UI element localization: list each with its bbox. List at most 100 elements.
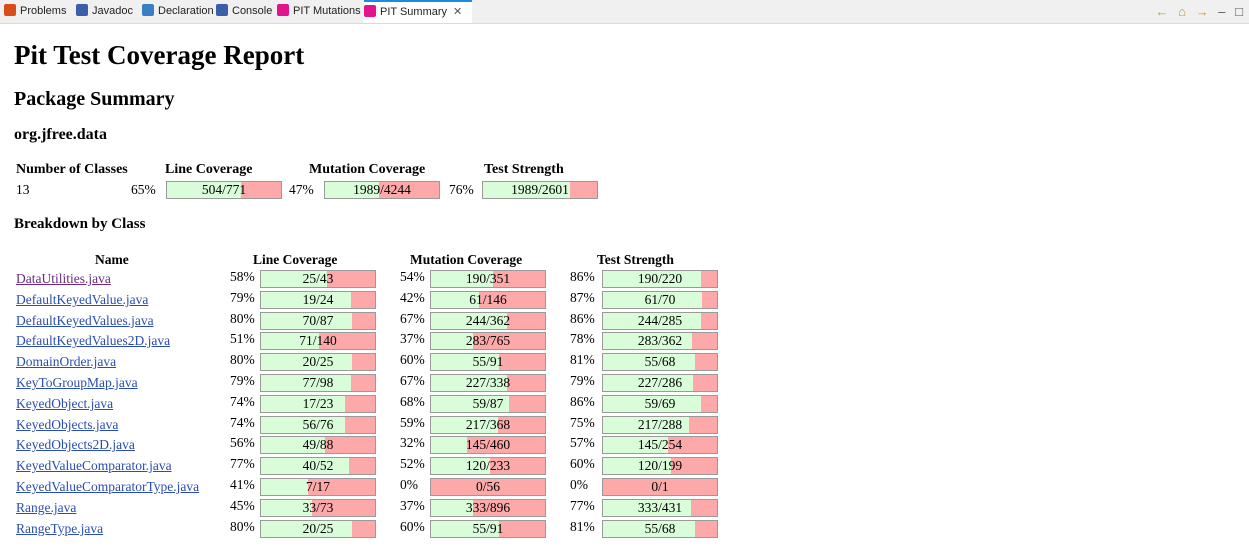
tab-pit-summary[interactable]: PIT Summary ✕ (364, 0, 472, 23)
mutation-value: 61/146 (469, 292, 507, 307)
class-link[interactable]: DataUtilities.java (16, 271, 111, 287)
class-link[interactable]: RangeType.java (16, 521, 103, 537)
tab-javadoc[interactable]: Javadoc (76, 0, 138, 23)
line-bar: 71/140 (260, 332, 376, 350)
tab-label: Console (232, 5, 273, 17)
minimize-icon[interactable]: – (1218, 4, 1225, 19)
tab-problems[interactable]: Problems (4, 0, 72, 23)
tab-label: PIT Mutations (293, 5, 361, 17)
class-link[interactable]: KeyedValueComparatorType.java (16, 479, 199, 495)
summary-strength-value: 1989/2601 (511, 182, 569, 197)
header-line-coverage: Line Coverage (165, 162, 253, 177)
breakdown-header-line: Line Coverage (253, 252, 338, 267)
strength-value: 283/362 (637, 333, 683, 348)
mutation-bar: 283/765 (430, 332, 546, 350)
line-value: 40/52 (302, 458, 334, 473)
close-icon[interactable]: ✕ (453, 6, 462, 18)
declaration-icon (142, 4, 154, 17)
line-value: 71/140 (299, 333, 337, 348)
line-value: 33/73 (302, 500, 334, 515)
class-link[interactable]: DomainOrder.java (16, 354, 116, 370)
strength-bar: 145/254 (602, 436, 718, 454)
mutation-percent: 37% (400, 331, 425, 346)
line-percent: 58% (230, 269, 255, 284)
strength-value: 145/254 (637, 437, 683, 452)
strength-bar: 227/286 (602, 374, 718, 392)
line-percent: 79% (230, 290, 255, 305)
class-link[interactable]: KeyedObject.java (16, 396, 113, 412)
mutation-bar: 190/351 (430, 270, 546, 288)
class-link[interactable]: KeyToGroupMap.java (16, 375, 138, 391)
summary-strength-percent: 76% (449, 182, 474, 197)
line-percent: 51% (230, 331, 255, 346)
line-value: 20/25 (302, 354, 334, 369)
tab-console[interactable]: Console (216, 0, 273, 23)
class-link[interactable]: DefaultKeyedValue.java (16, 292, 148, 308)
strength-percent: 86% (570, 311, 595, 326)
class-link[interactable]: DefaultKeyedValues2D.java (16, 333, 170, 349)
mutation-value: 145/460 (465, 437, 511, 452)
mutation-percent: 37% (400, 498, 425, 513)
maximize-icon[interactable]: □ (1235, 4, 1243, 19)
line-bar: 77/98 (260, 374, 376, 392)
strength-bar: 0/1 (602, 478, 718, 496)
class-link[interactable]: DefaultKeyedValues.java (16, 313, 154, 329)
class-link[interactable]: KeyedValueComparator.java (16, 458, 172, 474)
line-value: 17/23 (302, 396, 334, 411)
breakdown-header-strength: Test Strength (597, 252, 674, 267)
home-icon[interactable]: ⌂ (1178, 4, 1186, 19)
line-bar: 7/17 (260, 478, 376, 496)
line-bar: 70/87 (260, 312, 376, 330)
mutation-percent: 52% (400, 456, 425, 471)
line-bar: 20/25 (260, 353, 376, 371)
line-bar: 40/52 (260, 457, 376, 475)
view-toolbar: ← ⌂ → – □ (1150, 4, 1243, 19)
mutation-value: 55/91 (472, 521, 504, 536)
strength-bar: 333/431 (602, 499, 718, 517)
mutation-percent: 0% (400, 477, 418, 492)
class-link[interactable]: Range.java (16, 500, 76, 516)
mutation-percent: 67% (400, 311, 425, 326)
class-link[interactable]: KeyedObjects.java (16, 417, 118, 433)
summary-line-bar: 504/771 (166, 181, 282, 199)
back-icon[interactable]: ← (1156, 4, 1169, 19)
mutation-value: 120/233 (465, 458, 511, 473)
problems-icon (4, 4, 16, 17)
forward-icon[interactable]: → (1196, 4, 1209, 19)
strength-value: 333/431 (637, 500, 683, 515)
strength-percent: 57% (570, 435, 595, 450)
strength-bar: 283/362 (602, 332, 718, 350)
line-percent: 77% (230, 456, 255, 471)
strength-value: 61/70 (644, 292, 676, 307)
summary-strength-bar: 1989/2601 (482, 181, 598, 199)
summary-mutation-percent: 47% (289, 182, 314, 197)
line-value: 56/76 (302, 417, 334, 432)
header-test-strength: Test Strength (484, 162, 564, 177)
tab-declaration[interactable]: Declaration (142, 0, 214, 23)
mutation-percent: 60% (400, 519, 425, 534)
package-name: org.jfree.data (14, 126, 107, 143)
line-percent: 79% (230, 373, 255, 388)
mutation-bar: 0/56 (430, 478, 546, 496)
strength-bar: 55/68 (602, 353, 718, 371)
number-of-classes-value: 13 (16, 182, 30, 197)
javadoc-icon (76, 4, 88, 17)
line-value: 49/88 (302, 437, 334, 452)
strength-bar: 244/285 (602, 312, 718, 330)
class-link[interactable]: KeyedObjects2D.java (16, 437, 135, 453)
strength-percent: 86% (570, 394, 595, 409)
strength-percent: 60% (570, 456, 595, 471)
mutation-percent: 42% (400, 290, 425, 305)
strength-bar: 61/70 (602, 291, 718, 309)
line-bar: 19/24 (260, 291, 376, 309)
mutation-percent: 60% (400, 352, 425, 367)
mutation-value: 59/87 (472, 396, 504, 411)
mutation-value: 333/896 (465, 500, 511, 515)
tab-pit-mutations[interactable]: PIT Mutations (277, 0, 361, 23)
mutation-percent: 59% (400, 415, 425, 430)
mutation-value: 244/362 (465, 313, 511, 328)
line-value: 70/87 (302, 313, 334, 328)
strength-percent: 78% (570, 331, 595, 346)
breakdown-heading: Breakdown by Class (14, 216, 146, 232)
strength-value: 59/69 (644, 396, 676, 411)
